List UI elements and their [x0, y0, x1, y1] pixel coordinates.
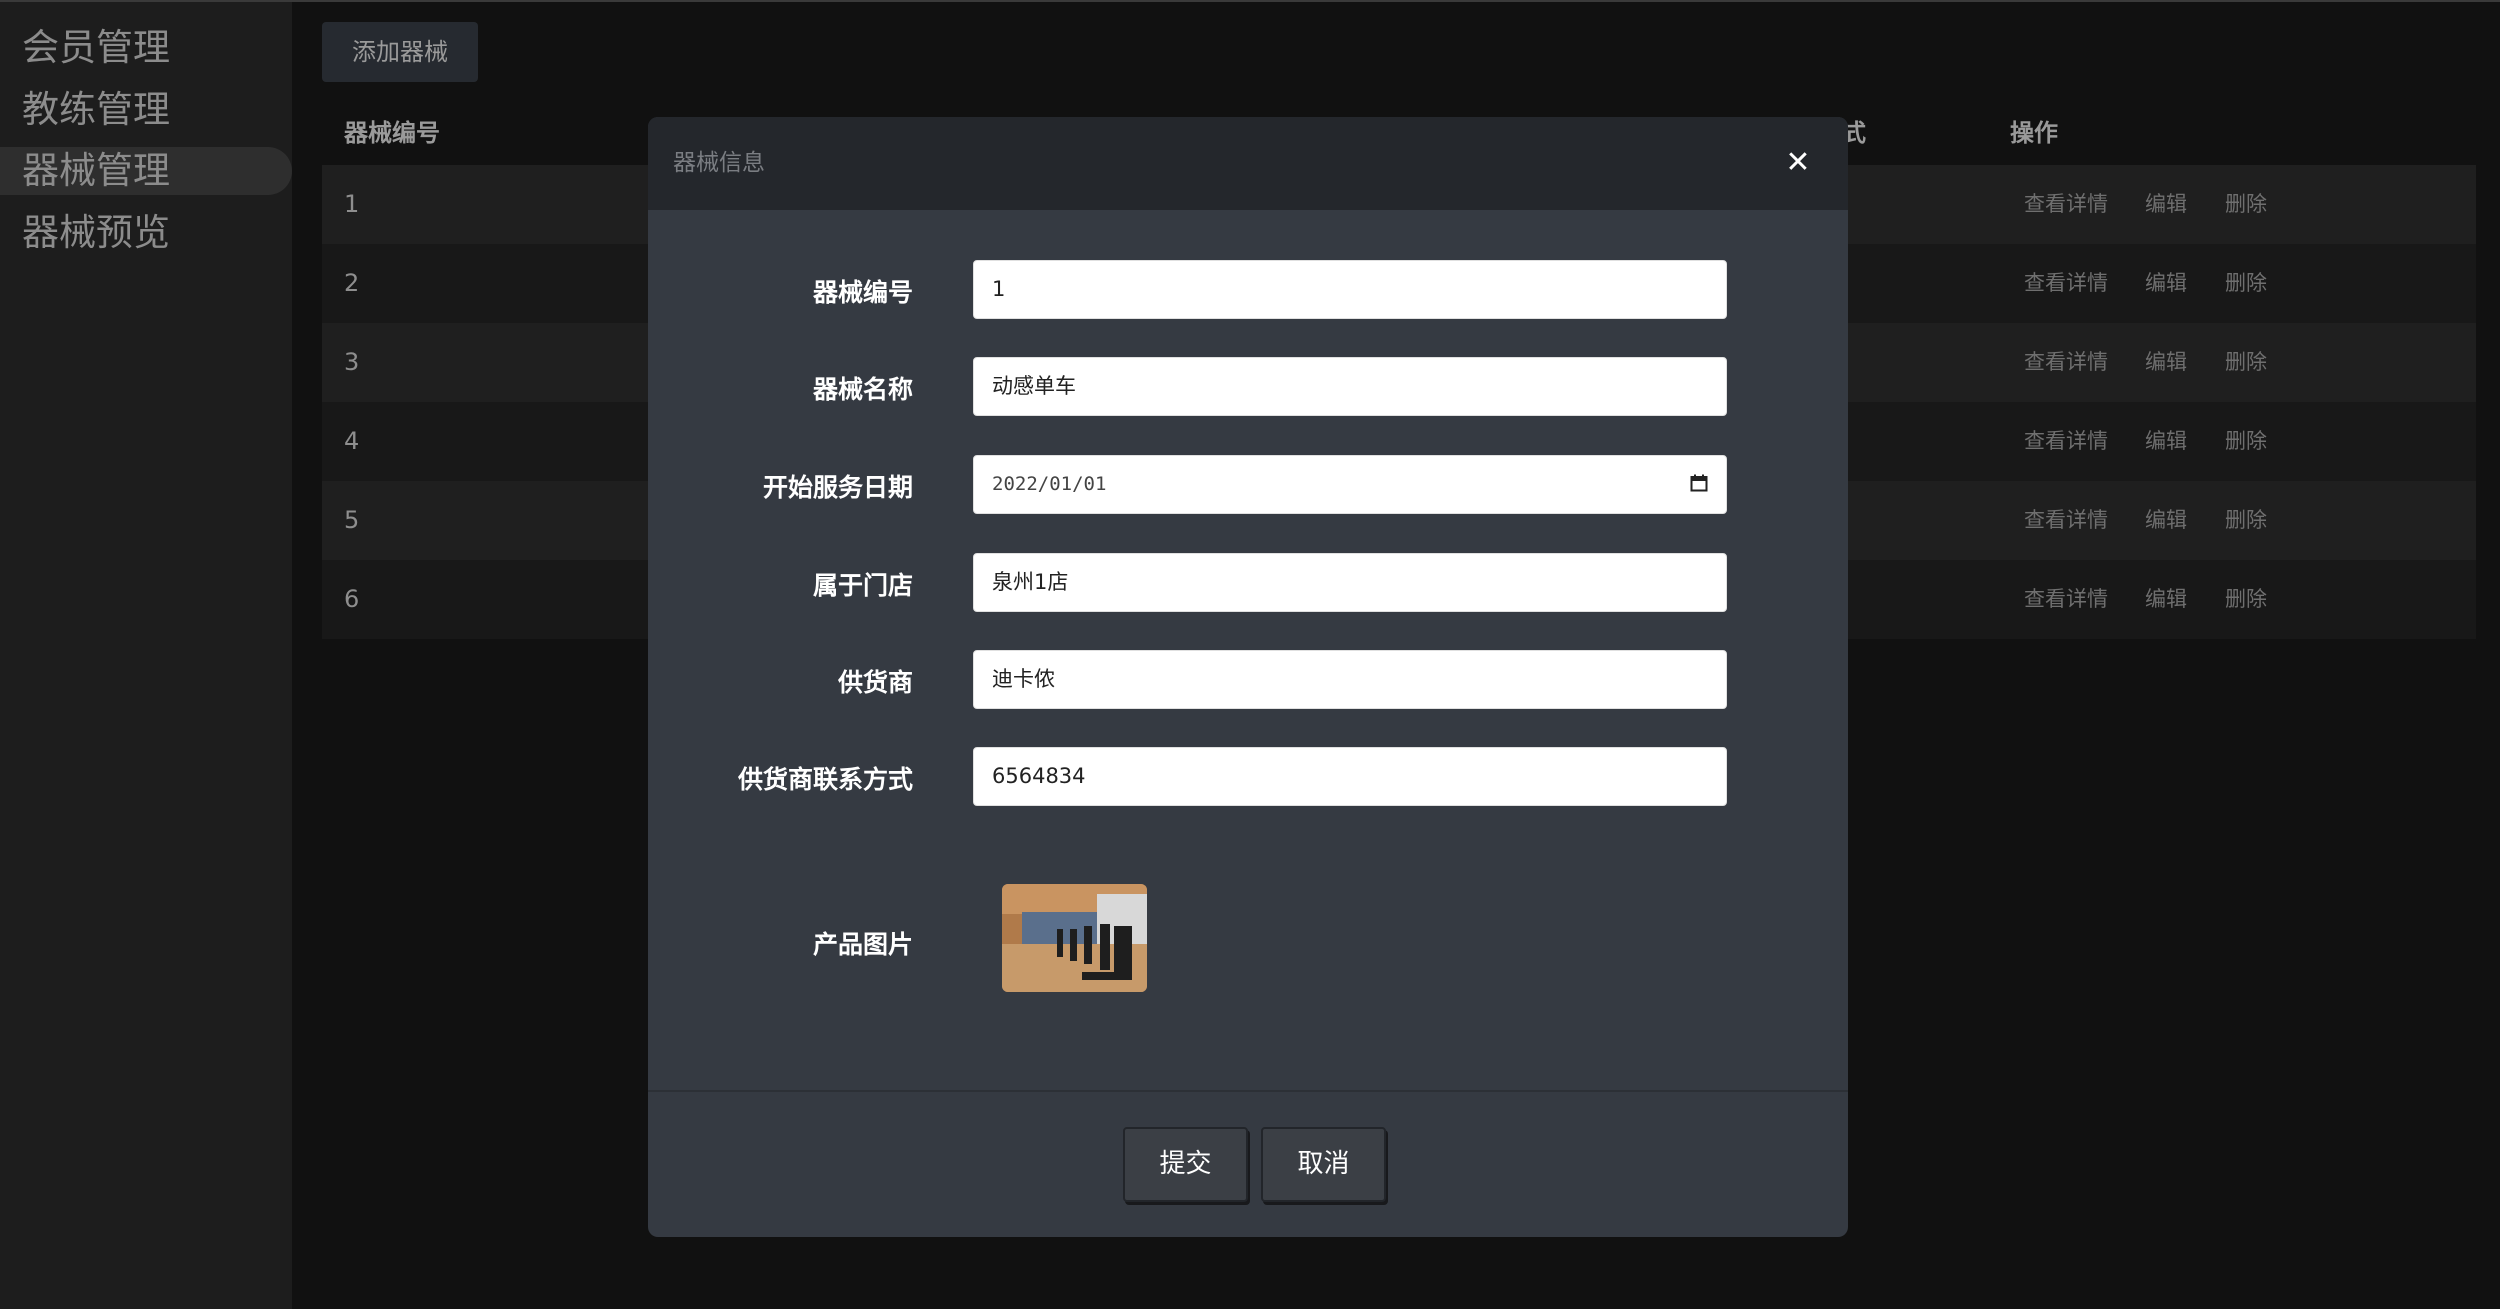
- edit-link[interactable]: 编辑: [2145, 244, 2187, 323]
- equipment-info-modal: 器械信息 ✕ 器械编号 1 器械名称 动感单车 开始服务日期 2022/01/0…: [648, 117, 1848, 1237]
- column-header-id: 器械编号: [344, 119, 440, 147]
- sidebar-item-equipment[interactable]: 器械管理: [0, 147, 292, 195]
- delete-link[interactable]: 删除: [2225, 481, 2267, 560]
- row-id: 3: [344, 348, 360, 376]
- calendar-icon[interactable]: [1690, 474, 1708, 492]
- row-id: 6: [344, 585, 360, 613]
- delete-link[interactable]: 删除: [2225, 165, 2267, 244]
- row-id: 5: [344, 506, 360, 534]
- start-date-field[interactable]: 2022/01/01: [973, 455, 1727, 514]
- row-id: 4: [344, 427, 360, 455]
- store-field[interactable]: 泉州1店: [973, 553, 1727, 612]
- modal-title: 器械信息: [673, 150, 765, 176]
- column-header-actions: 操作: [2010, 119, 2058, 147]
- view-details-link[interactable]: 查看详情: [2024, 481, 2108, 560]
- sidebar-item-coaches[interactable]: 教练管理: [0, 86, 292, 134]
- field-label-start-date: 开始服务日期: [762, 473, 913, 502]
- delete-link[interactable]: 删除: [2225, 560, 2267, 639]
- supplier-contact-field[interactable]: 6564834: [973, 747, 1727, 806]
- delete-link[interactable]: 删除: [2225, 402, 2267, 481]
- edit-link[interactable]: 编辑: [2145, 165, 2187, 244]
- supplier-field[interactable]: 迪卡侬: [973, 650, 1727, 709]
- field-label-store: 属于门店: [812, 571, 913, 600]
- delete-link[interactable]: 删除: [2225, 323, 2267, 402]
- field-label-name: 器械名称: [812, 375, 913, 404]
- delete-link[interactable]: 删除: [2225, 244, 2267, 323]
- equipment-name-field[interactable]: 动感单车: [973, 357, 1727, 416]
- product-image: [1002, 884, 1147, 992]
- modal-footer-divider: [648, 1090, 1848, 1092]
- view-details-link[interactable]: 查看详情: [2024, 323, 2108, 402]
- field-label-supplier-contact: 供货商联系方式: [737, 765, 913, 794]
- cancel-button[interactable]: 取消: [1261, 1127, 1386, 1202]
- submit-button[interactable]: 提交: [1123, 1127, 1248, 1202]
- sidebar-item-equipment-preview[interactable]: 器械预览: [0, 209, 292, 257]
- view-details-link[interactable]: 查看详情: [2024, 165, 2108, 244]
- view-details-link[interactable]: 查看详情: [2024, 402, 2108, 481]
- sidebar-item-members[interactable]: 会员管理: [0, 24, 292, 72]
- row-id: 2: [344, 269, 360, 297]
- start-date-value: 2022/01/01: [992, 473, 1107, 495]
- modal-header: 器械信息 ✕: [648, 117, 1848, 210]
- row-id: 1: [344, 190, 360, 218]
- edit-link[interactable]: 编辑: [2145, 560, 2187, 639]
- sidebar: 会员管理 教练管理 器械管理 器械预览: [0, 2, 292, 1309]
- add-equipment-button[interactable]: 添加器械: [322, 22, 478, 82]
- field-label-product-image: 产品图片: [812, 930, 913, 959]
- close-icon[interactable]: ✕: [1778, 143, 1818, 183]
- edit-link[interactable]: 编辑: [2145, 323, 2187, 402]
- view-details-link[interactable]: 查看详情: [2024, 560, 2108, 639]
- field-label-id: 器械编号: [812, 278, 913, 307]
- field-label-supplier: 供货商: [837, 668, 913, 697]
- view-details-link[interactable]: 查看详情: [2024, 244, 2108, 323]
- equipment-id-field[interactable]: 1: [973, 260, 1727, 319]
- edit-link[interactable]: 编辑: [2145, 402, 2187, 481]
- edit-link[interactable]: 编辑: [2145, 481, 2187, 560]
